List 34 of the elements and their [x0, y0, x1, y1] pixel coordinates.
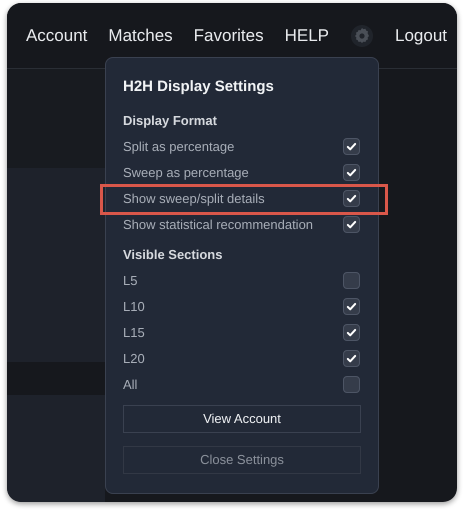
nav-link[interactable]: Matches	[108, 22, 173, 48]
panel-button[interactable]: View Account	[123, 404, 361, 432]
checkbox[interactable]	[343, 350, 360, 367]
checkbox[interactable]	[343, 272, 360, 289]
check-icon	[346, 193, 357, 204]
check-icon	[346, 301, 357, 312]
option-label: L10	[123, 298, 145, 316]
check-icon	[346, 141, 357, 152]
option-label: L5	[123, 272, 138, 290]
checkbox[interactable]	[343, 138, 360, 155]
section-heading: Display Format	[123, 112, 218, 130]
option-label: L15	[123, 324, 145, 342]
check-icon	[346, 353, 357, 364]
checkbox[interactable]	[343, 298, 360, 315]
nav-link[interactable]: Favorites	[194, 22, 264, 48]
option-label: Show statistical recommendation	[123, 216, 314, 234]
option-label: All	[123, 376, 138, 394]
option-label: L20	[123, 350, 145, 368]
option-label: Split as percentage	[123, 138, 234, 156]
section-heading: Visible Sections	[123, 246, 224, 264]
check-icon	[346, 167, 357, 178]
nav-link[interactable]: Logout	[395, 22, 447, 48]
option-label: Sweep as percentage	[123, 164, 249, 182]
checkbox[interactable]	[343, 376, 360, 393]
nav-link[interactable]: HELP	[284, 22, 329, 48]
panel-title: H2H Display Settings	[123, 77, 275, 97]
check-icon	[346, 327, 357, 338]
checkbox[interactable]	[343, 324, 360, 341]
checkbox[interactable]	[343, 190, 360, 207]
option-label: Show sweep/split details	[123, 190, 265, 208]
checkbox[interactable]	[343, 216, 360, 233]
checkbox[interactable]	[343, 164, 360, 181]
check-icon	[346, 219, 357, 230]
nav-link[interactable]: Account	[26, 22, 88, 48]
